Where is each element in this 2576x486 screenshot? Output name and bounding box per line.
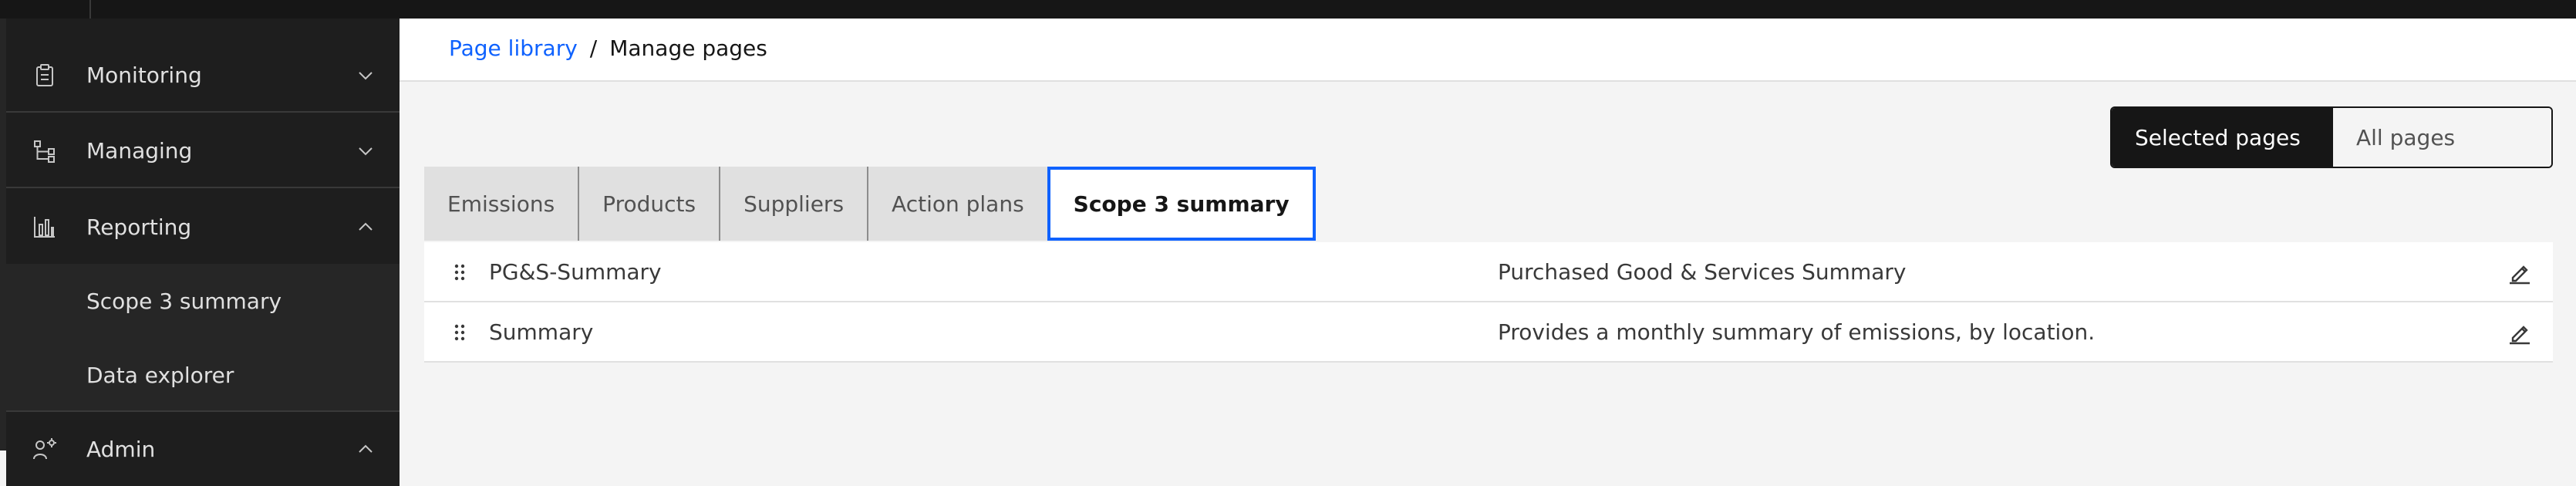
chevron-up-icon bbox=[355, 438, 376, 460]
tab-action-plans[interactable]: Action plans bbox=[868, 167, 1047, 241]
page-name: PG&S-Summary bbox=[489, 258, 662, 285]
chevron-down-icon bbox=[355, 65, 376, 86]
clipboard-icon bbox=[32, 63, 57, 88]
top-header-bar bbox=[0, 0, 2576, 19]
sidebar-item-label: Data explorer bbox=[86, 362, 234, 388]
table-row[interactable]: PG&S-Summary Purchased Good & Services S… bbox=[424, 242, 2553, 302]
page-name: Summary bbox=[489, 319, 594, 345]
nav-group-managing[interactable]: Managing bbox=[6, 114, 400, 188]
sidebar-item-label: Scope 3 summary bbox=[86, 288, 282, 314]
user-admin-icon bbox=[32, 437, 57, 461]
breadcrumb-separator: / bbox=[589, 35, 598, 61]
nav-group-label: Admin bbox=[86, 436, 156, 462]
nav-group-label: Reporting bbox=[86, 214, 192, 240]
nav-group-monitoring[interactable]: Monitoring bbox=[6, 39, 400, 113]
hierarchy-icon bbox=[32, 139, 57, 164]
header-divider bbox=[89, 0, 91, 19]
tab-list: Emissions Products Suppliers Action plan… bbox=[424, 167, 1316, 241]
page-description: Purchased Good & Services Summary bbox=[1498, 258, 1907, 285]
nav-group-admin[interactable]: Admin bbox=[6, 412, 400, 486]
page-filter-toggle: Selected pages All pages bbox=[2110, 106, 2553, 168]
breadcrumb-link-page-library[interactable]: Page library bbox=[449, 35, 578, 61]
breadcrumb-bar: Page library / Manage pages bbox=[400, 19, 2576, 82]
side-navigation: Monitoring Managing Reporting Scope 3 su… bbox=[0, 19, 400, 486]
drag-handle-icon[interactable] bbox=[452, 322, 467, 343]
sidebar-edge bbox=[0, 19, 6, 451]
all-pages-button[interactable]: All pages bbox=[2332, 108, 2551, 167]
tab-products[interactable]: Products bbox=[579, 167, 721, 241]
edit-icon[interactable] bbox=[2507, 319, 2533, 346]
bar-chart-icon bbox=[32, 214, 57, 239]
tab-suppliers[interactable]: Suppliers bbox=[720, 167, 869, 241]
tab-emissions[interactable]: Emissions bbox=[424, 167, 580, 241]
sidebar-item-data-explorer[interactable]: Data explorer bbox=[6, 338, 400, 412]
sidebar-item-scope-3-summary[interactable]: Scope 3 summary bbox=[6, 264, 400, 338]
selected-pages-button[interactable]: Selected pages bbox=[2112, 108, 2332, 167]
tab-scope-3-summary[interactable]: Scope 3 summary bbox=[1047, 167, 1316, 241]
edit-icon[interactable] bbox=[2507, 259, 2533, 285]
nav-group-label: Managing bbox=[86, 137, 193, 164]
breadcrumb: Page library / Manage pages bbox=[449, 35, 767, 61]
nav-group-label: Monitoring bbox=[86, 62, 202, 88]
table-row[interactable]: Summary Provides a monthly summary of em… bbox=[424, 302, 2553, 363]
chevron-up-icon bbox=[355, 216, 376, 238]
breadcrumb-current: Manage pages bbox=[609, 35, 767, 61]
chevron-down-icon bbox=[355, 140, 376, 162]
drag-handle-icon[interactable] bbox=[452, 262, 467, 282]
page-description: Provides a monthly summary of emissions,… bbox=[1498, 319, 2096, 345]
main-content: Page library / Manage pages Selected pag… bbox=[400, 19, 2576, 451]
pages-table: PG&S-Summary Purchased Good & Services S… bbox=[424, 242, 2553, 363]
nav-group-reporting[interactable]: Reporting bbox=[6, 190, 400, 264]
